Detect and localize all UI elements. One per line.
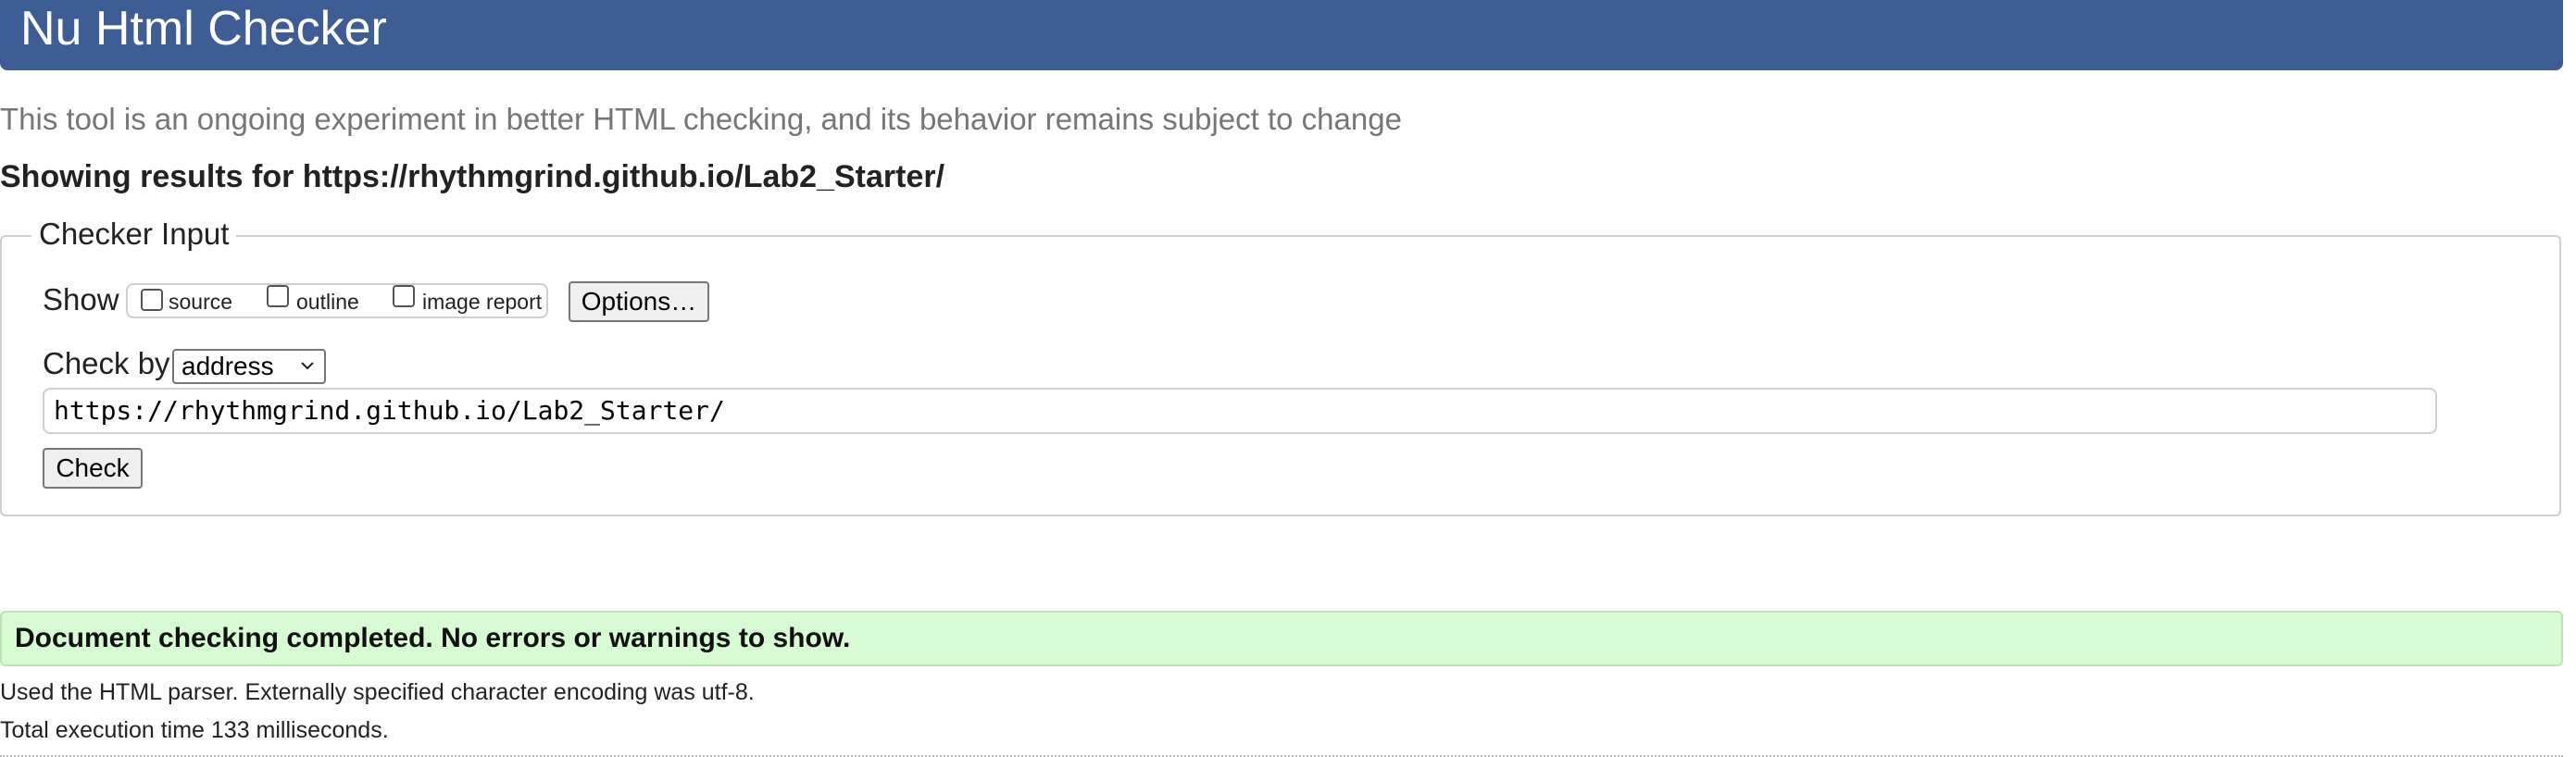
outline-checkbox-label[interactable]: outline <box>296 289 359 315</box>
tool-description: This tool is an ongoing experiment in be… <box>0 102 1402 136</box>
check-by-label: Check by <box>43 346 170 380</box>
check-by-selected-value: address <box>181 352 274 380</box>
checker-input-fieldset <box>0 235 2561 516</box>
image-report-checkbox[interactable] <box>393 285 415 307</box>
image-report-checkbox-label[interactable]: image report <box>422 289 542 315</box>
chevron-down-icon <box>301 362 314 370</box>
check-button[interactable]: Check <box>43 448 143 489</box>
page-title: Nu Html Checker <box>20 2 387 56</box>
source-checkbox[interactable] <box>141 289 163 311</box>
execution-time: Total execution time 133 milliseconds. <box>0 717 389 743</box>
options-button[interactable]: Options… <box>569 281 709 322</box>
show-label: Show <box>43 282 119 316</box>
parser-info: Used the HTML parser. Externally specifi… <box>0 679 755 705</box>
source-checkbox-label[interactable]: source <box>169 289 232 315</box>
check-by-select[interactable]: address <box>172 349 326 384</box>
show-options-group: source outline image report <box>126 283 548 318</box>
checker-input-legend: Checker Input <box>31 213 237 255</box>
outline-checkbox[interactable] <box>267 285 289 307</box>
success-message-box: Document checking completed. No errors o… <box>0 611 2563 666</box>
page-header: Nu Html Checker <box>0 0 2563 70</box>
success-message: Document checking completed. No errors o… <box>15 623 851 653</box>
results-heading: Showing results for https://rhythmgrind.… <box>0 159 945 194</box>
url-input[interactable]: https://rhythmgrind.github.io/Lab2_Start… <box>43 388 2437 434</box>
